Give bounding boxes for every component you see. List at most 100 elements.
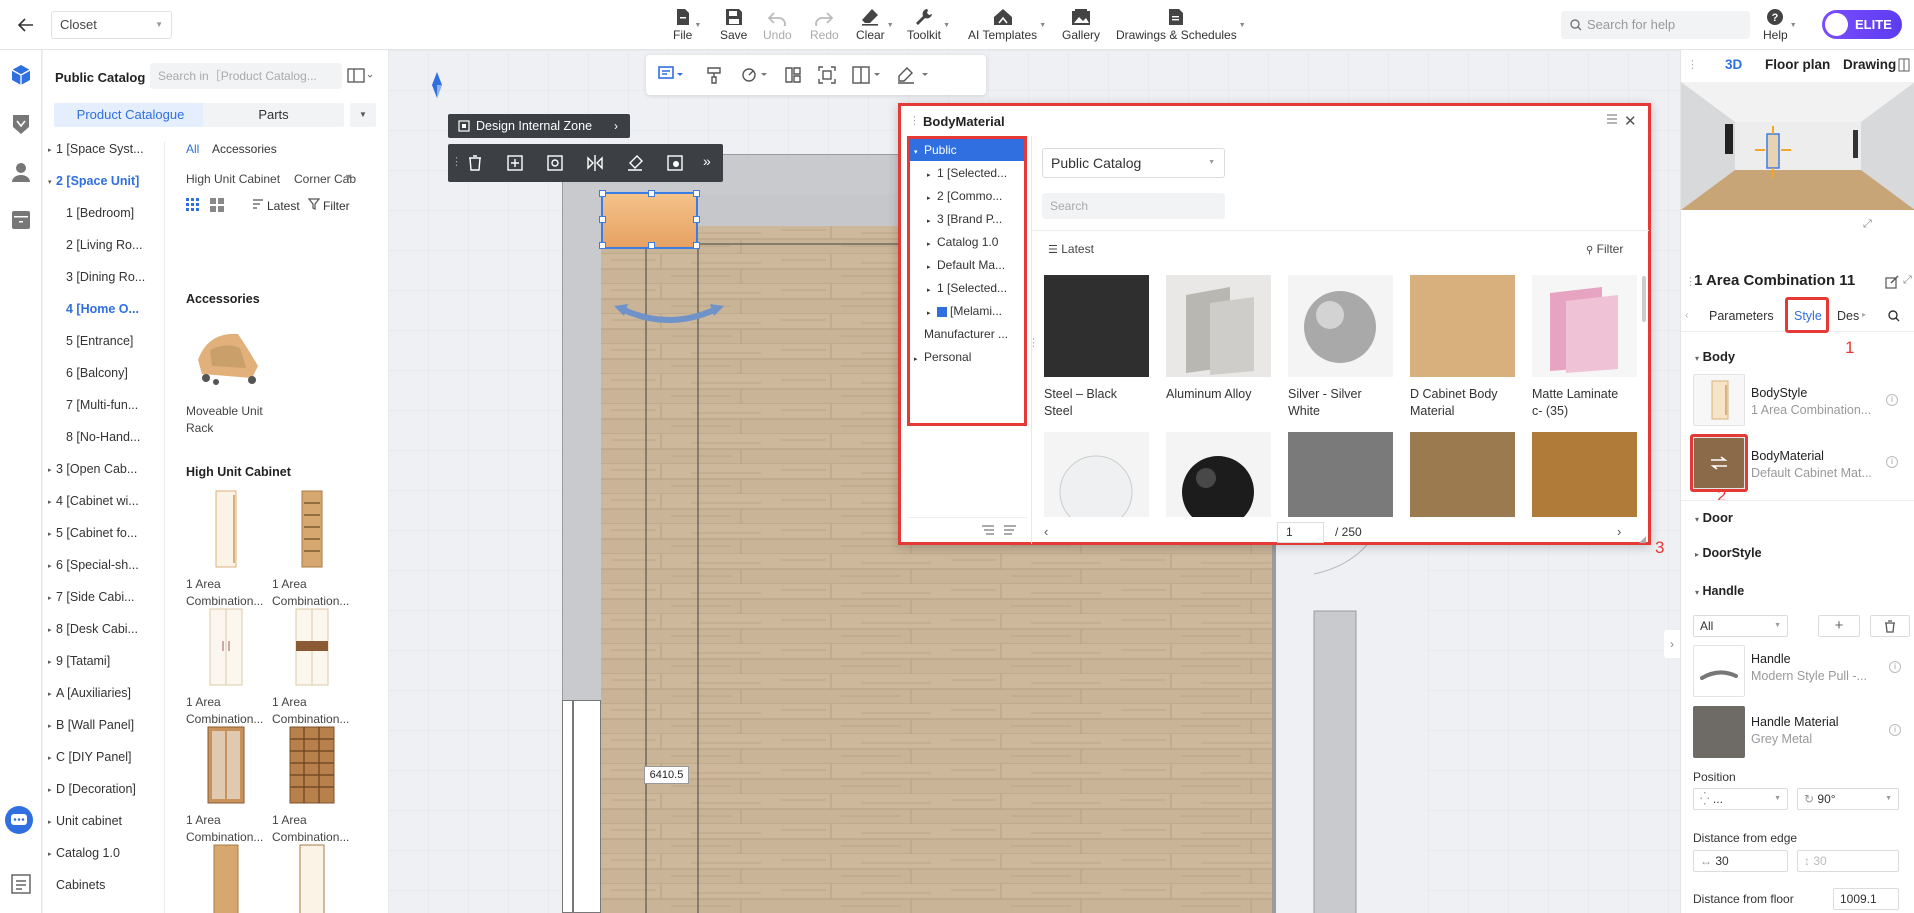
badge-shield-icon[interactable] <box>9 112 33 136</box>
material-tree-item[interactable]: ▸ 3 [Brand P... <box>910 208 1024 230</box>
tree-item[interactable]: ▸ 8 [Desk Cabi... <box>48 622 138 642</box>
handle-material-thumbnail[interactable] <box>1693 706 1745 758</box>
resize-handle[interactable] <box>693 242 700 249</box>
catalog-source-dropdown[interactable]: Public Catalog ▼ <box>1042 148 1225 178</box>
material-tree-item[interactable]: ▸ 2 [Commo... <box>910 185 1024 207</box>
material-tree-item[interactable]: Manufacturer ... <box>910 323 1024 345</box>
tree-item[interactable]: 6 [Balcony] <box>58 366 128 386</box>
material-tree-item[interactable]: ▾ Public <box>910 139 1024 161</box>
resize-handle[interactable] <box>693 190 700 197</box>
design-internal-zone-button[interactable]: Design Internal Zone › <box>448 114 630 138</box>
distance-edge-input[interactable]: ↔ 30 <box>1693 850 1788 872</box>
product-card[interactable]: 1 Area Combination... <box>186 605 276 728</box>
material-tile[interactable]: Matte Laminate c- (35) <box>1532 275 1637 420</box>
tree-item[interactable]: ▸ 7 [Side Cabi... <box>48 590 135 610</box>
tree-item[interactable]: 5 [Entrance] <box>58 334 133 354</box>
material-tree-item[interactable]: ▸ 1 [Selected... <box>910 162 1024 184</box>
handle-filter-dropdown[interactable]: All ▼ <box>1693 615 1788 637</box>
tree-item[interactable]: ▸ D [Decoration] <box>48 782 136 802</box>
material-tree-item[interactable]: ▸ 1 [Selected... <box>910 277 1024 299</box>
product-card[interactable]: 1 Area Combination... <box>186 487 276 610</box>
grid-scrollbar[interactable] <box>1642 276 1646 322</box>
panel-layout-icon[interactable] <box>345 65 375 87</box>
tab-product-catalogue[interactable]: Product Catalogue <box>54 103 207 127</box>
material-tree-item[interactable]: ▸ [Melami... <box>910 300 1024 322</box>
split-view-icon[interactable] <box>1898 58 1910 72</box>
sort-latest[interactable]: ☰ Latest <box>1048 242 1094 256</box>
expand-all-icon[interactable] <box>1003 525 1017 535</box>
tree-item[interactable]: 7 [Multi-fun... <box>58 398 138 418</box>
tree-item[interactable]: 4 [Home O... <box>58 302 139 322</box>
material-search-input[interactable]: Search <box>1042 193 1225 219</box>
save-button[interactable]: Save <box>720 6 747 46</box>
resize-handle[interactable] <box>693 216 700 223</box>
distance-edge-input-2[interactable]: ↕ 30 <box>1797 850 1899 872</box>
tree-item[interactable]: 1 [Bedroom] <box>58 206 134 226</box>
tree-item[interactable]: 8 [No-Hand... <box>58 430 140 450</box>
tree-item[interactable]: 3 [Dining Ro... <box>58 270 145 290</box>
product-card[interactable]: 1 Area Combination... <box>272 605 362 728</box>
gallery-button[interactable]: Gallery <box>1062 6 1100 46</box>
resize-handle[interactable] <box>648 242 655 249</box>
product-card[interactable]: 1 Area Combination... <box>272 487 362 610</box>
material-tile[interactable]: Steel – Black Steel <box>1044 275 1149 420</box>
replace-icon[interactable] <box>546 154 564 172</box>
tree-item[interactable]: ▸ 4 [Cabinet wi... <box>48 494 139 514</box>
material-tree-item[interactable]: ▸ Default Ma... <box>910 254 1024 276</box>
angle-dropdown[interactable]: ↻ 90° ▼ <box>1797 788 1899 810</box>
tree-item[interactable]: ▾ 2 [Space Unit] <box>48 174 139 194</box>
resize-divider-handle[interactable]: ⋮ <box>1028 336 1039 349</box>
tab-parts[interactable]: Parts <box>203 103 344 127</box>
collapse-all-icon[interactable] <box>981 525 995 535</box>
door-style-row[interactable]: ▸ DoorStyle <box>1695 546 1762 560</box>
menu-icon[interactable] <box>1606 114 1618 124</box>
tab-description[interactable]: Des <box>1837 309 1859 323</box>
catalog-cube-icon[interactable] <box>9 63 33 87</box>
file-menu[interactable]: File ▼ <box>673 6 701 46</box>
clear-menu[interactable]: Clear ▼ <box>856 6 894 46</box>
material-tile[interactable]: Aluminum Alloy <box>1166 275 1271 403</box>
ai-templates-menu[interactable]: AI Templates ▼ <box>968 6 1046 46</box>
rotate-handle-icon[interactable] <box>614 298 724 328</box>
filter-button[interactable]: Filter <box>323 199 350 213</box>
elite-badge[interactable]: ELITE <box>1822 10 1902 39</box>
chevron-left-icon[interactable]: ‹ <box>1685 310 1688 321</box>
mirror-icon[interactable] <box>586 154 604 172</box>
tree-item[interactable]: ▸ Unit cabinet <box>48 814 122 834</box>
tab-floor-plan[interactable]: Floor plan <box>1765 57 1830 72</box>
toolkit-menu[interactable]: Toolkit ▼ <box>907 6 950 46</box>
section-door[interactable]: ▾ Door <box>1695 510 1733 525</box>
close-icon[interactable]: ✕ <box>1624 112 1637 130</box>
layout-icon[interactable] <box>852 66 882 84</box>
view-select-icon[interactable] <box>658 65 684 85</box>
pop-out-icon[interactable]: ⤢ <box>1903 274 1912 287</box>
user-icon[interactable] <box>9 160 33 184</box>
filter-accessories[interactable]: Accessories <box>212 142 277 156</box>
help-menu[interactable]: ? Help ▼ <box>1763 6 1797 46</box>
expand-toolbar-icon[interactable]: » <box>703 153 711 169</box>
tree-item[interactable]: ▸ B [Wall Panel] <box>48 718 134 738</box>
filter-all[interactable]: All <box>186 142 199 156</box>
settings-cabinet-icon[interactable] <box>666 154 684 172</box>
product-card-moveable-rack[interactable]: Moveable Unit Rack <box>186 314 276 437</box>
resize-handle[interactable] <box>599 242 606 249</box>
product-card[interactable] <box>272 841 362 913</box>
copy-add-icon[interactable] <box>506 154 524 172</box>
grid-view-icon[interactable] <box>186 198 200 212</box>
back-arrow-icon[interactable] <box>12 11 40 39</box>
section-body[interactable]: ▾ Body <box>1695 349 1735 364</box>
tree-item[interactable]: ▸ 5 [Cabinet fo... <box>48 526 137 546</box>
help-search-input[interactable]: Search for help <box>1561 11 1750 39</box>
add-handle-button[interactable]: + <box>1818 615 1860 637</box>
delete-icon[interactable] <box>466 154 484 172</box>
info-icon[interactable]: i <box>1889 661 1901 673</box>
material-filter-button[interactable]: ⚲ Filter <box>1586 242 1623 256</box>
resize-corner-icon[interactable]: ◢ <box>1639 534 1646 545</box>
tab-3d[interactable]: 3D <box>1725 57 1742 72</box>
resize-handle[interactable] <box>599 190 606 197</box>
page-input[interactable]: 1 <box>1277 522 1324 543</box>
catalog-search-input[interactable]: Search in［Product Catalog... <box>150 63 342 89</box>
drag-handle-icon[interactable]: ⋮ <box>1687 58 1698 71</box>
cabinet-icon[interactable] <box>9 208 33 232</box>
material-tile[interactable]: D Cabinet Body Material <box>1410 275 1515 420</box>
